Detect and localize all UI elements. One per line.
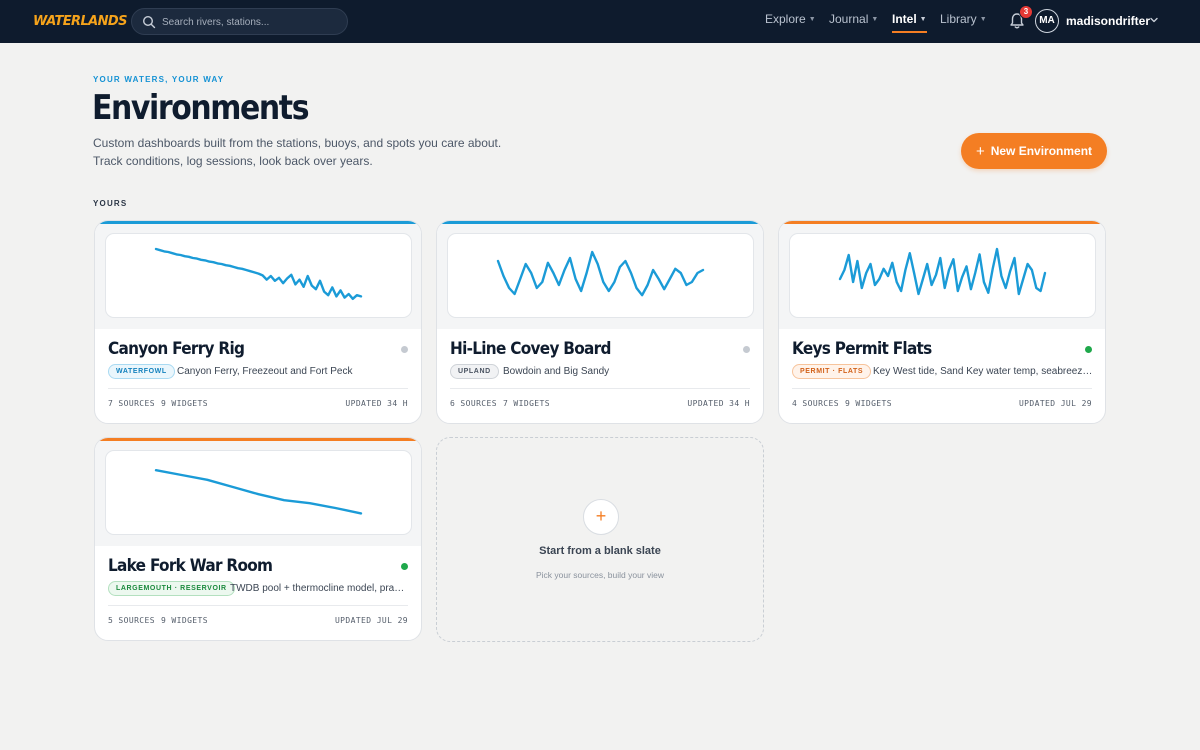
status-dot [401, 346, 408, 353]
sparkline-svg [838, 247, 1047, 296]
brand-logo-part2: LANDS [80, 14, 127, 29]
brand-logo-part1: WATER [33, 14, 81, 29]
brand-logo[interactable]: WATERLANDS [33, 14, 127, 29]
sparkline-chart [789, 233, 1096, 318]
status-dot [743, 346, 750, 353]
sparkline-chart [105, 450, 412, 535]
card-tag: WATERFOWL [108, 364, 175, 379]
card-updated: UPDATED 34 H [345, 399, 408, 408]
card-description: TWDB pool + thermocline model, practice … [230, 583, 409, 594]
nav-intel[interactable]: Intel ▼ [892, 12, 927, 33]
card-tag: LARGEMOUTH · RESERVOIR [108, 581, 235, 596]
nav-explore[interactable]: Explore ▼ [765, 12, 816, 32]
card-preview [437, 221, 763, 329]
card-preview [95, 221, 421, 329]
search-box[interactable] [131, 8, 348, 35]
card-updated: UPDATED JUL 29 [1018, 399, 1092, 408]
card-tag: PERMIT · FLATS [792, 364, 872, 379]
environment-card-canyon-ferry-rig[interactable]: Canyon Ferry Rig WATERFOWL Canyon Ferry,… [94, 220, 422, 424]
card-sources: 7 SOURCES [108, 399, 155, 408]
nav-library[interactable]: Library ▼ [940, 12, 987, 32]
new-environment-label: New Environment [990, 144, 1093, 158]
card-description: Key West tide, Sand Key water temp, seab… [873, 366, 1093, 377]
chevron-down-icon: ▼ [979, 16, 987, 23]
sparkline-series [496, 250, 705, 297]
card-accent-line [95, 221, 421, 224]
divider [108, 388, 408, 389]
card-accent-line [779, 221, 1105, 224]
status-dot [401, 563, 408, 570]
status-dot [1085, 346, 1092, 353]
avatar[interactable]: MA [1035, 9, 1059, 33]
card-widgets: 9 WIDGETS [161, 399, 208, 408]
search-input[interactable] [162, 13, 342, 31]
section-label-yours: YOURS [93, 199, 128, 208]
sparkline-svg [154, 469, 363, 515]
page-subtitle: Custom dashboards built from the station… [93, 136, 502, 168]
card-accent-line [437, 221, 763, 224]
card-description: Bowdoin and Big Sandy [503, 366, 610, 377]
divider [792, 388, 1092, 389]
card-title: Canyon Ferry Rig [108, 339, 245, 359]
card-preview [95, 438, 421, 546]
card-widgets: 7 WIDGETS [503, 399, 550, 408]
card-tag: UPLAND [450, 364, 499, 379]
page-title: Environments [92, 88, 310, 128]
card-sources: 6 SOURCES [450, 399, 497, 408]
environment-card-hi-line-covey-board[interactable]: Hi-Line Covey Board UPLAND Bowdoin and B… [436, 220, 764, 424]
plus-icon: + [975, 143, 985, 160]
environment-card-lake-fork-war-room[interactable]: Lake Fork War Room LARGEMOUTH · RESERVOI… [94, 437, 422, 641]
plus-icon[interactable]: + [583, 499, 619, 535]
environment-card-keys-permit-flats[interactable]: Keys Permit Flats PERMIT · FLATS Key Wes… [778, 220, 1106, 424]
chevron-down-icon[interactable] [1149, 15, 1159, 25]
page-eyebrow: YOUR WATERS, YOUR WAY [93, 75, 225, 84]
card-preview [779, 221, 1105, 329]
blank-slate-card[interactable]: + Start from a blank slate Pick your sou… [436, 437, 764, 642]
chevron-down-icon: ▼ [919, 16, 927, 23]
nav-explore-label: Explore [765, 12, 806, 26]
sparkline-chart [105, 233, 412, 318]
nav-library-label: Library [940, 12, 977, 26]
nav-intel-label: Intel [892, 12, 917, 26]
nav-journal[interactable]: Journal ▼ [829, 12, 878, 32]
sparkline-svg [154, 247, 363, 301]
divider [108, 605, 408, 606]
card-sources: 5 SOURCES [108, 616, 155, 625]
card-widgets: 9 WIDGETS [845, 399, 892, 408]
sparkline-series [838, 247, 1047, 296]
nav-journal-label: Journal [829, 12, 869, 26]
card-accent-line [95, 438, 421, 441]
sparkline-chart [447, 233, 754, 318]
top-navigation-bar: WATERLANDS Explore▼ Journal▼ Intel▼ Libr… [0, 0, 1200, 43]
card-updated: UPDATED JUL 29 [334, 616, 408, 625]
blank-slate-title: Start from a blank slate [539, 545, 661, 557]
card-title: Keys Permit Flats [792, 339, 932, 359]
sparkline-svg [496, 250, 705, 297]
blank-slate-subtitle: Pick your sources, build your view [535, 570, 665, 580]
username[interactable]: madisondrifter [1066, 14, 1150, 28]
card-title: Lake Fork War Room [108, 556, 273, 576]
notification-badge: 3 [1019, 5, 1033, 19]
card-updated: UPDATED 34 H [687, 399, 750, 408]
sparkline-series [154, 469, 363, 515]
card-description: Canyon Ferry, Freezeout and Fort Peck [177, 366, 353, 377]
sparkline-series [154, 247, 363, 301]
card-title: Hi-Line Covey Board [450, 339, 611, 359]
card-sources: 4 SOURCES [792, 399, 839, 408]
card-widgets: 9 WIDGETS [161, 616, 208, 625]
new-environment-button[interactable]: + New Environment [961, 133, 1107, 169]
divider [450, 388, 750, 389]
chevron-down-icon: ▼ [871, 16, 879, 23]
chevron-down-icon: ▼ [808, 16, 816, 23]
search-icon [142, 15, 156, 29]
